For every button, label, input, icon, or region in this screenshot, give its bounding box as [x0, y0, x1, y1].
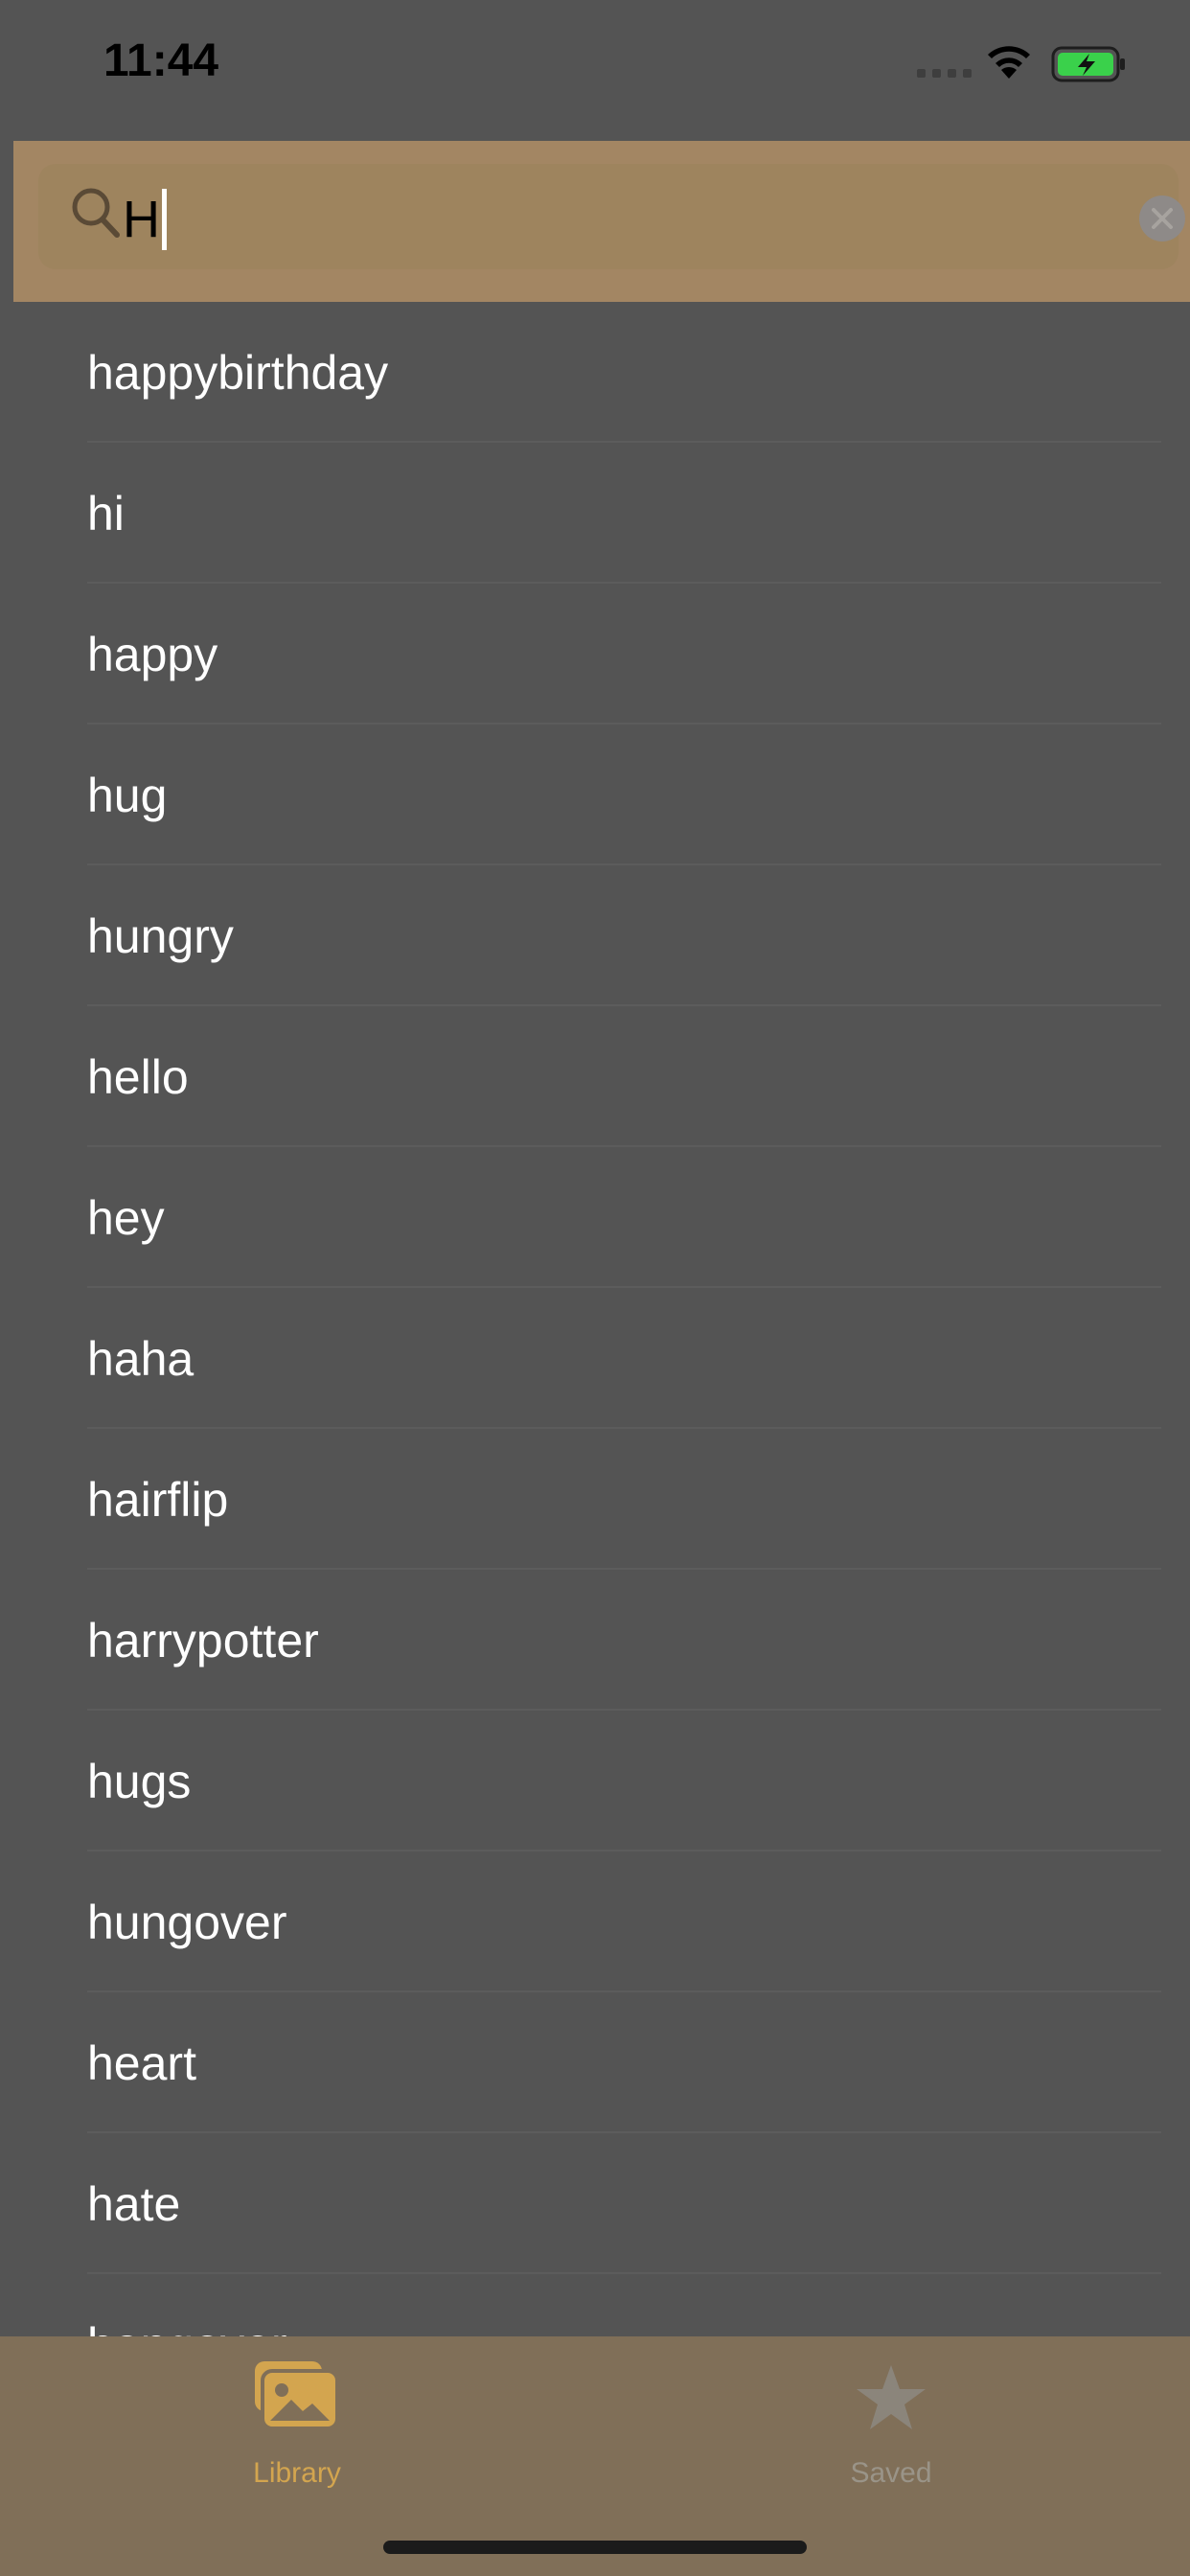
star-icon	[855, 2363, 927, 2437]
list-item-label: hi	[87, 487, 125, 540]
list-item[interactable]: hi	[0, 443, 1190, 584]
list-item[interactable]: hungry	[0, 865, 1190, 1006]
search-bar: H	[13, 141, 1190, 302]
list-item[interactable]: hungover	[0, 1852, 1190, 1992]
list-item-label: hate	[87, 2177, 181, 2231]
list-item-label: hungry	[87, 909, 234, 963]
clear-icon[interactable]	[1138, 195, 1186, 247]
tab-library-label: Library	[253, 2457, 341, 2489]
list-item-label: harrypotter	[87, 1614, 319, 1668]
list-item[interactable]: hate	[0, 2133, 1190, 2274]
home-indicator[interactable]	[383, 2541, 807, 2554]
tab-library[interactable]: Library	[201, 2361, 393, 2489]
list-item[interactable]: hello	[0, 1006, 1190, 1147]
list-item[interactable]: hugs	[0, 1711, 1190, 1852]
list-item-label: haha	[87, 1332, 195, 1386]
list-item[interactable]: happy	[0, 584, 1190, 724]
wifi-icon	[984, 42, 1034, 85]
text-cursor	[162, 189, 167, 250]
list-item-label: hungover	[87, 1896, 287, 1949]
list-item-label: hey	[87, 1191, 165, 1245]
list-item-label: hairflip	[87, 1473, 229, 1527]
list-item[interactable]: harrypotter	[0, 1570, 1190, 1711]
tab-saved-label: Saved	[850, 2457, 932, 2489]
status-time: 11:44	[103, 35, 219, 86]
search-input-value: H	[123, 191, 160, 248]
list-item[interactable]: hey	[0, 1147, 1190, 1288]
list-item[interactable]: hug	[0, 724, 1190, 865]
battery-charging-icon	[1051, 46, 1128, 89]
list-item[interactable]: haha	[0, 1288, 1190, 1429]
list-item[interactable]: hairflip	[0, 1429, 1190, 1570]
list-item-label: hugs	[87, 1755, 192, 1808]
status-bar: 11:44	[0, 0, 1190, 139]
tab-saved[interactable]: Saved	[795, 2361, 987, 2489]
library-photos-icon	[255, 2361, 341, 2439]
list-item[interactable]: happybirthday	[0, 302, 1190, 443]
list-item-label: hangover	[87, 2318, 287, 2336]
search-icon	[71, 187, 121, 245]
list-item[interactable]: hangover	[0, 2274, 1190, 2336]
list-item[interactable]: heart	[0, 1992, 1190, 2133]
search-input[interactable]: H	[38, 164, 1185, 269]
suggestion-list: happybirthday hi happy hug hungry hello …	[0, 302, 1190, 2336]
list-item-label: hug	[87, 769, 168, 822]
list-item-label: happy	[87, 628, 218, 681]
cellular-signal-icon	[917, 69, 973, 79]
list-item-label: happybirthday	[87, 346, 389, 400]
list-item-label: hello	[87, 1050, 189, 1104]
list-item-label: heart	[87, 2036, 196, 2090]
